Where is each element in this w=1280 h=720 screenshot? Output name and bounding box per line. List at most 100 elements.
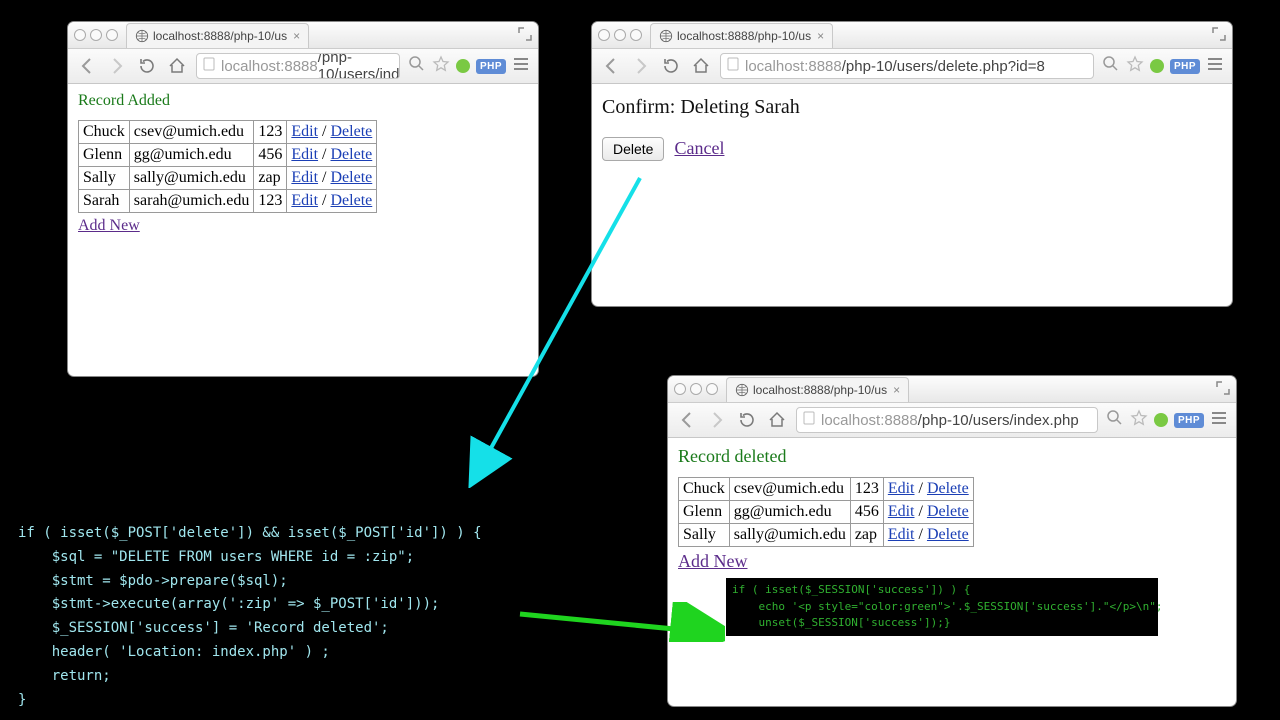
titlebar: localhost:8888/php-10/us × xyxy=(68,22,538,49)
php-badge: PHP xyxy=(476,59,506,74)
page-icon xyxy=(803,411,815,429)
url-box[interactable]: localhost:8888/php-10/users/index.php xyxy=(796,407,1098,433)
titlebar: localhost:8888/php-10/us × xyxy=(592,22,1232,49)
edit-link[interactable]: Edit xyxy=(888,526,915,543)
delete-link[interactable]: Delete xyxy=(331,192,373,209)
tab-title: localhost:8888/php-10/us xyxy=(753,383,887,397)
forward-button[interactable] xyxy=(106,57,128,75)
edit-link[interactable]: Edit xyxy=(888,503,915,520)
home-button[interactable] xyxy=(166,57,188,75)
globe-icon xyxy=(659,29,673,43)
close-tab-icon[interactable]: × xyxy=(817,29,824,43)
zoom-dot[interactable] xyxy=(630,29,642,41)
toolbar-right: PHP xyxy=(408,55,530,78)
minimize-dot[interactable] xyxy=(614,29,626,41)
url-box[interactable]: localhost:8888/php-10/users/delete.php?i… xyxy=(720,53,1094,79)
titlebar: localhost:8888/php-10/us × xyxy=(668,376,1236,403)
page-icon xyxy=(203,57,215,75)
add-new-link[interactable]: Add New xyxy=(678,551,748,571)
status-dot-icon xyxy=(1150,59,1164,73)
minimize-dot[interactable] xyxy=(90,29,102,41)
home-button[interactable] xyxy=(766,411,788,429)
delete-link[interactable]: Delete xyxy=(927,480,969,497)
php-badge: PHP xyxy=(1170,59,1200,74)
close-dot[interactable] xyxy=(674,383,686,395)
add-new-link[interactable]: Add New xyxy=(78,217,140,234)
flash-code-inset: if ( isset($_SESSION['success']) ) { ech… xyxy=(726,578,1158,636)
delete-link[interactable]: Delete xyxy=(927,503,969,520)
toolbar: localhost:8888/php-10/users/index.php PH… xyxy=(68,49,538,84)
browser-tab[interactable]: localhost:8888/php-10/us × xyxy=(126,23,309,48)
edit-link[interactable]: Edit xyxy=(888,480,915,497)
zoom-dot[interactable] xyxy=(106,29,118,41)
forward-button[interactable] xyxy=(706,411,728,429)
minimize-dot[interactable] xyxy=(690,383,702,395)
arrow-green xyxy=(515,602,725,642)
cancel-link[interactable]: Cancel xyxy=(674,138,724,158)
reload-button[interactable] xyxy=(136,57,158,75)
back-button[interactable] xyxy=(76,57,98,75)
star-icon[interactable] xyxy=(1130,409,1148,432)
reload-button[interactable] xyxy=(660,57,682,75)
edit-link[interactable]: Edit xyxy=(291,169,318,186)
browser-tab[interactable]: localhost:8888/php-10/us × xyxy=(726,377,909,402)
star-icon[interactable] xyxy=(1126,55,1144,78)
edit-link[interactable]: Edit xyxy=(291,146,318,163)
status-dot-icon xyxy=(456,59,470,73)
tab-title: localhost:8888/php-10/us xyxy=(153,29,287,43)
delete-link[interactable]: Delete xyxy=(331,169,373,186)
home-button[interactable] xyxy=(690,57,712,75)
close-tab-icon[interactable]: × xyxy=(893,383,900,397)
delete-link[interactable]: Delete xyxy=(331,123,373,140)
forward-button[interactable] xyxy=(630,57,652,75)
url-host: localhost xyxy=(745,58,804,75)
url-host: localhost xyxy=(221,58,280,75)
url-port: :8888 xyxy=(880,412,918,429)
delete-link[interactable]: Delete xyxy=(927,526,969,543)
toolbar: localhost:8888/php-10/users/index.php PH… xyxy=(668,403,1236,438)
star-icon[interactable] xyxy=(432,55,450,78)
url-box[interactable]: localhost:8888/php-10/users/index.php xyxy=(196,53,400,79)
flash-message: Record Added xyxy=(78,92,528,110)
arrow-cyan xyxy=(460,168,660,488)
back-button[interactable] xyxy=(600,57,622,75)
table-row: Chuckcsev@umich.edu123Edit / Delete xyxy=(679,478,974,501)
close-tab-icon[interactable]: × xyxy=(293,29,300,43)
expand-icon[interactable] xyxy=(518,27,532,41)
delete-button[interactable]: Delete xyxy=(602,137,664,161)
flash-message: Record deleted xyxy=(678,446,1226,467)
browser-window-confirm-delete: localhost:8888/php-10/us × localhost:888… xyxy=(592,22,1232,306)
toolbar: localhost:8888/php-10/users/delete.php?i… xyxy=(592,49,1232,84)
users-table: Chuckcsev@umich.edu123Edit / Delete Glen… xyxy=(78,120,377,213)
zoom-icon[interactable] xyxy=(1102,55,1120,78)
toolbar-right: PHP xyxy=(1102,55,1224,78)
traffic-lights xyxy=(674,383,718,395)
back-button[interactable] xyxy=(676,411,698,429)
table-row: Chuckcsev@umich.edu123Edit / Delete xyxy=(79,121,377,144)
close-dot[interactable] xyxy=(74,29,86,41)
zoom-dot[interactable] xyxy=(706,383,718,395)
menu-icon[interactable] xyxy=(1206,55,1224,78)
url-host: localhost xyxy=(821,412,880,429)
php-badge: PHP xyxy=(1174,413,1204,428)
status-dot-icon xyxy=(1154,413,1168,427)
edit-link[interactable]: Edit xyxy=(291,192,318,209)
table-row: Glenngg@umich.edu456Edit / Delete xyxy=(79,144,377,167)
zoom-icon[interactable] xyxy=(1106,409,1124,432)
users-table: Chuckcsev@umich.edu123Edit / Delete Glen… xyxy=(678,477,974,547)
delete-link[interactable]: Delete xyxy=(331,146,373,163)
globe-icon xyxy=(735,383,749,397)
expand-icon[interactable] xyxy=(1212,27,1226,41)
edit-link[interactable]: Edit xyxy=(291,123,318,140)
expand-icon[interactable] xyxy=(1216,381,1230,395)
close-dot[interactable] xyxy=(598,29,610,41)
zoom-icon[interactable] xyxy=(408,55,426,78)
url-port: :8888 xyxy=(804,58,842,75)
url-path: /php-10/users/index.php xyxy=(918,412,1079,429)
table-row: Glenngg@umich.edu456Edit / Delete xyxy=(679,501,974,524)
code-delete-handler: if ( isset($_POST['delete']) && isset($_… xyxy=(18,522,482,712)
reload-button[interactable] xyxy=(736,411,758,429)
browser-tab[interactable]: localhost:8888/php-10/us × xyxy=(650,23,833,48)
menu-icon[interactable] xyxy=(512,55,530,78)
menu-icon[interactable] xyxy=(1210,409,1228,432)
